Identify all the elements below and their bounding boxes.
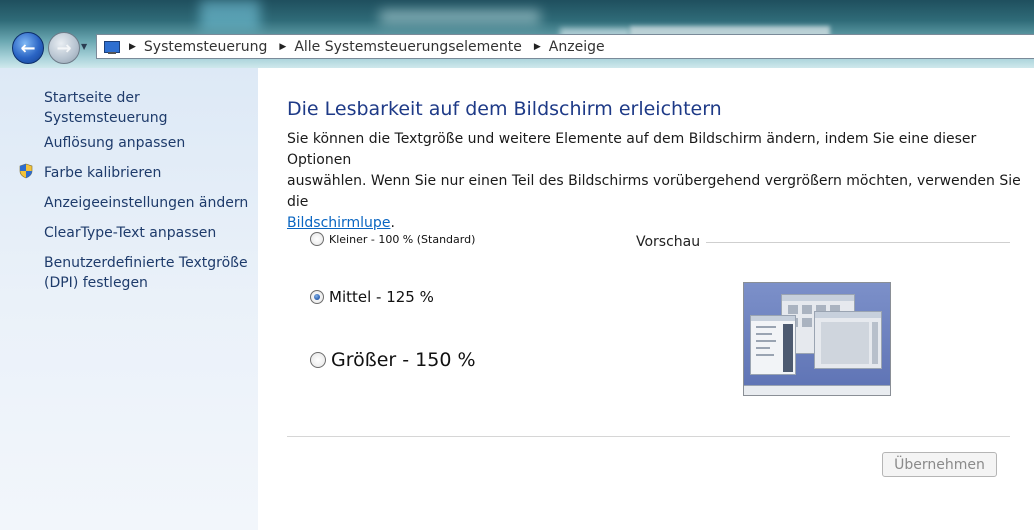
preview-divider — [704, 242, 1010, 243]
sidebar-item-display-settings[interactable]: Anzeigeeinstellungen ändern — [44, 193, 248, 213]
chevron-down-icon: ▼ — [81, 42, 88, 51]
sidebar-item-cleartype[interactable]: ClearType-Text anpassen — [44, 223, 216, 243]
breadcrumb-item-anzeige[interactable]: Anzeige — [549, 39, 605, 55]
option-medium[interactable]: Mittel - 125 % — [310, 288, 434, 306]
apply-button[interactable]: Übernehmen — [882, 452, 997, 477]
sidebar-item-home[interactable]: Startseite der Systemsteuerung — [44, 88, 258, 128]
option-label[interactable]: Mittel - 125 % — [329, 288, 434, 306]
forward-arrow-icon: → — [56, 37, 72, 59]
preview-taskbar — [744, 385, 890, 395]
breadcrumb-arrow-icon[interactable]: ▶ — [279, 42, 286, 52]
option-label[interactable]: Kleiner - 100 % (Standard) — [329, 233, 475, 246]
separator — [287, 436, 1010, 437]
breadcrumb-item-systemsteuerung[interactable]: Systemsteuerung — [144, 39, 267, 55]
option-label[interactable]: Größer - 150 % — [331, 349, 476, 371]
breadcrumb-arrow-icon[interactable]: ▶ — [534, 42, 541, 52]
back-button[interactable]: ← — [12, 32, 44, 64]
display-control-panel-icon — [103, 40, 121, 54]
main-content: Die Lesbarkeit auf dem Bildschirm erleic… — [258, 68, 1034, 530]
history-dropdown-button[interactable]: ▼ — [81, 42, 91, 52]
window-chrome: ← → ▼ ▶ Systemsteuerung ▶ Alle Systemste… — [0, 0, 1034, 68]
radio-button[interactable] — [310, 290, 324, 304]
page-title: Die Lesbarkeit auf dem Bildschirm erleic… — [287, 98, 722, 120]
preview-window — [814, 311, 882, 369]
preview-image — [743, 282, 891, 396]
sidebar-item-resolution[interactable]: Auflösung anpassen — [44, 133, 185, 153]
magnifier-link[interactable]: Bildschirmlupe — [287, 215, 390, 231]
description-line: Sie können die Textgröße und weitere Ele… — [287, 131, 977, 168]
back-arrow-icon: ← — [20, 37, 36, 59]
preview-window — [750, 315, 796, 375]
breadcrumb-arrow-icon[interactable]: ▶ — [129, 42, 136, 52]
description: Sie können die Textgröße und weitere Ele… — [287, 129, 1027, 234]
background-blur — [380, 10, 540, 24]
option-large[interactable]: Größer - 150 % — [310, 349, 476, 371]
description-line: auswählen. Wenn Sie nur einen Teil des B… — [287, 173, 1021, 210]
sidebar-item-label: Benutzerdefinierte Textgröße — [44, 255, 248, 271]
radio-button[interactable] — [310, 232, 324, 246]
uac-shield-icon — [19, 163, 33, 179]
sidebar: Startseite der Systemsteuerung Auflösung… — [0, 68, 258, 530]
preview-label: Vorschau — [636, 234, 707, 250]
sidebar-item-calibrate-color[interactable]: Farbe kalibrieren — [44, 163, 161, 183]
sidebar-item-custom-dpi[interactable]: Benutzerdefinierte Textgröße (DPI) festl… — [44, 253, 248, 293]
forward-button[interactable]: → — [48, 32, 80, 64]
breadcrumb-item-alle-elemente[interactable]: Alle Systemsteuerungselemente — [294, 39, 522, 55]
background-blur — [200, 0, 260, 30]
sidebar-item-label: (DPI) festlegen — [44, 275, 148, 291]
option-small[interactable]: Kleiner - 100 % (Standard) — [310, 232, 475, 246]
description-end: . — [390, 215, 395, 231]
radio-button[interactable] — [310, 352, 326, 368]
address-bar[interactable]: ▶ Systemsteuerung ▶ Alle Systemsteuerung… — [96, 34, 1034, 59]
